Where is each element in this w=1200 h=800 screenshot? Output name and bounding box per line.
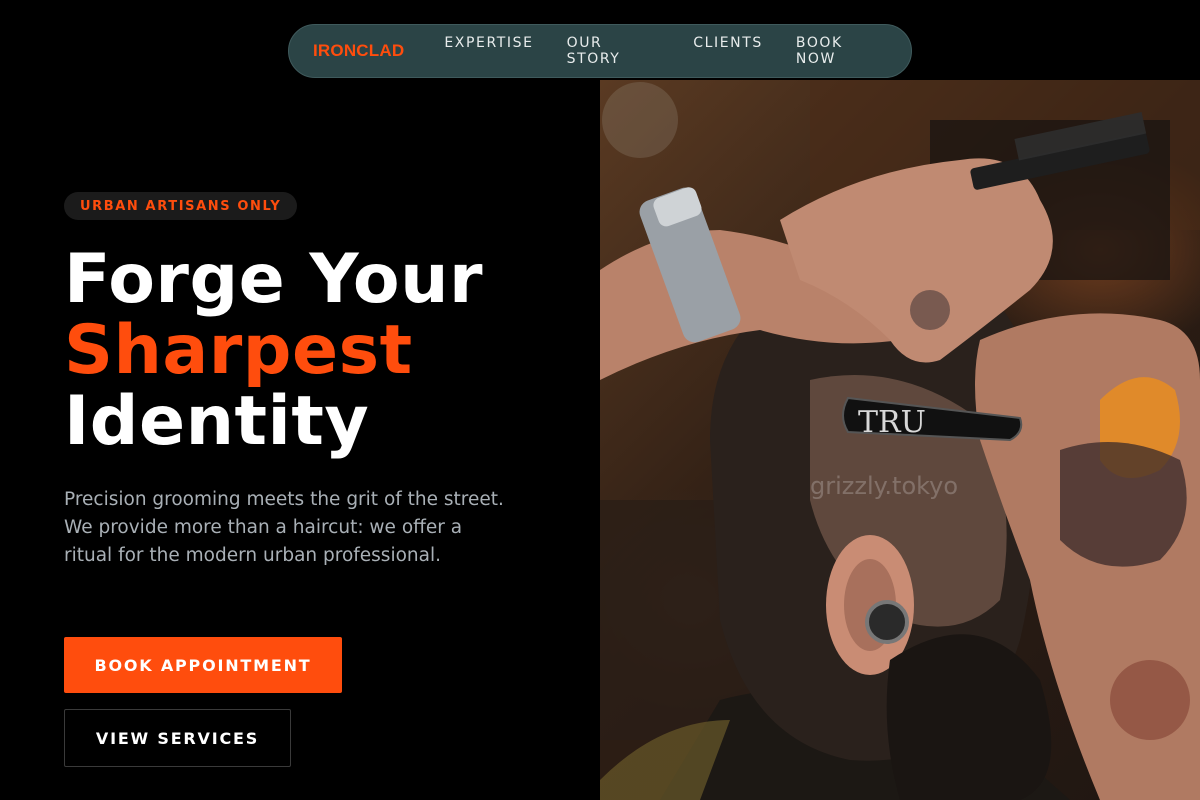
arm-tattoo-dark xyxy=(1060,442,1187,567)
barber-photo-illustration: TRU grizzly.tokyo xyxy=(600,80,1200,800)
brand-logo[interactable]: IRONCLAD xyxy=(313,41,404,61)
hand-tattoo xyxy=(910,290,950,330)
headline-line-3: Identity xyxy=(64,382,370,461)
nav-links: EXPERTISE OUR STORY CLIENTS BOOK NOW xyxy=(444,35,887,67)
hero-photo: TRU grizzly.tokyo xyxy=(600,80,1200,800)
hero-description: Precision grooming meets the grit of the… xyxy=(64,489,504,566)
nav-link-expertise[interactable]: EXPERTISE xyxy=(444,35,533,67)
nav-link-clients[interactable]: CLIENTS xyxy=(693,35,763,67)
headline-accent: Sharpest xyxy=(64,311,413,390)
photo-watermark: grizzly.tokyo xyxy=(810,472,958,500)
ear-plug-gauge xyxy=(865,600,909,644)
book-appointment-button[interactable]: BOOK APPOINTMENT xyxy=(64,637,342,693)
page: IRONCLAD EXPERTISE OUR STORY CLIENTS BOO… xyxy=(0,0,1200,800)
headline-line-1: Forge Your xyxy=(64,240,484,319)
razor-engraving: TRU xyxy=(858,405,926,440)
tagline-badge: URBAN ARTISANS ONLY xyxy=(64,192,298,220)
view-services-button[interactable]: VIEW SERVICES xyxy=(64,709,291,767)
background-light-blob xyxy=(602,82,678,158)
nav-link-book-now[interactable]: BOOK NOW xyxy=(796,35,887,67)
hero-headline: Forge Your Sharpest Identity xyxy=(64,244,584,457)
arm-rose-tattoo xyxy=(1110,660,1190,740)
nav-link-our-story[interactable]: OUR STORY xyxy=(567,35,661,67)
client-beard xyxy=(886,634,1052,800)
top-navigation: IRONCLAD EXPERTISE OUR STORY CLIENTS BOO… xyxy=(288,24,912,78)
